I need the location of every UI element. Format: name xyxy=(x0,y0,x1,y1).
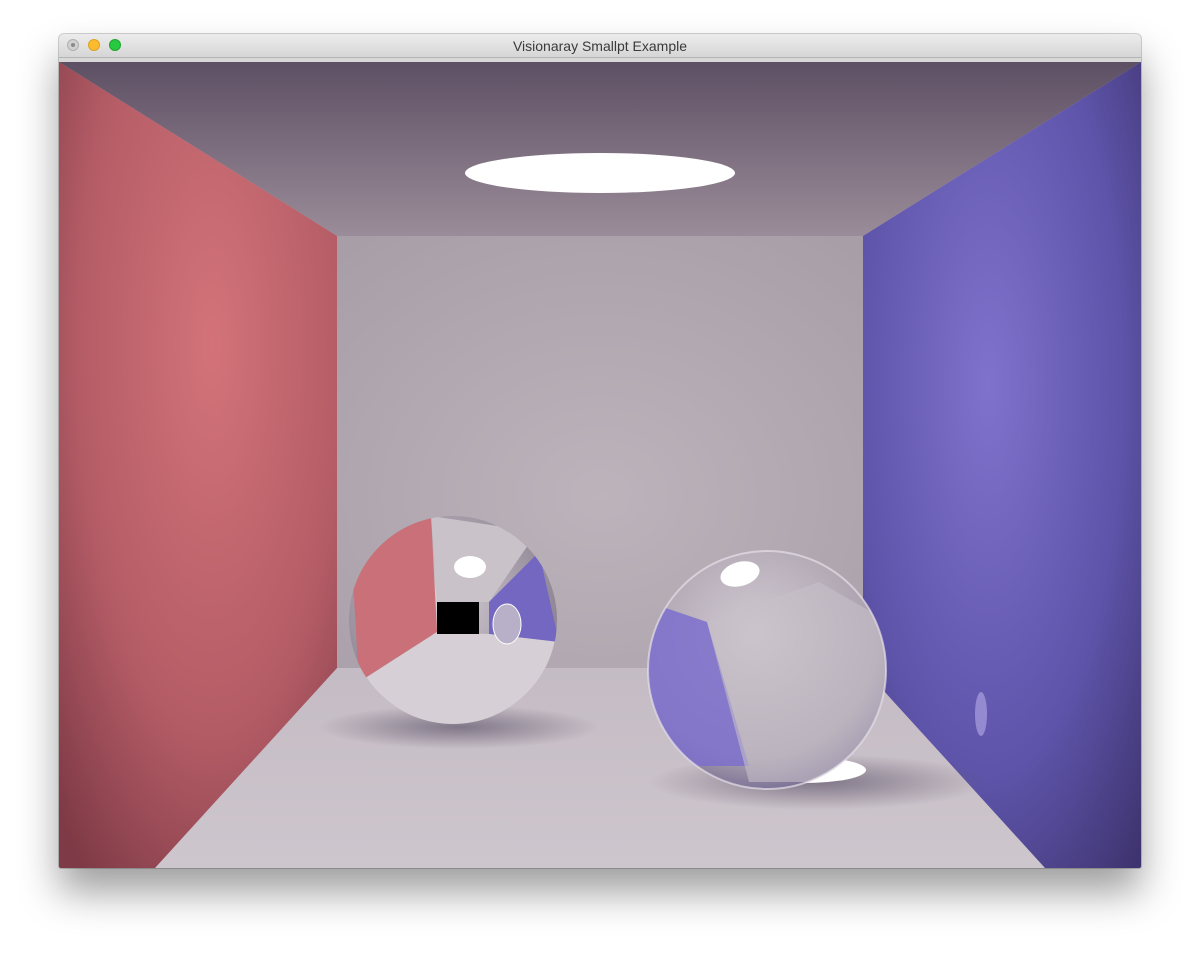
render-viewport[interactable] xyxy=(59,62,1141,868)
glass-sphere xyxy=(647,550,887,790)
title-bar[interactable]: Visionaray Smallpt Example xyxy=(59,34,1141,58)
wall-caustic xyxy=(975,692,987,736)
cornell-box-render xyxy=(59,62,1141,868)
ceiling-light xyxy=(465,153,735,193)
app-window: Visionaray Smallpt Example xyxy=(59,34,1141,868)
window-title: Visionaray Smallpt Example xyxy=(512,38,688,54)
